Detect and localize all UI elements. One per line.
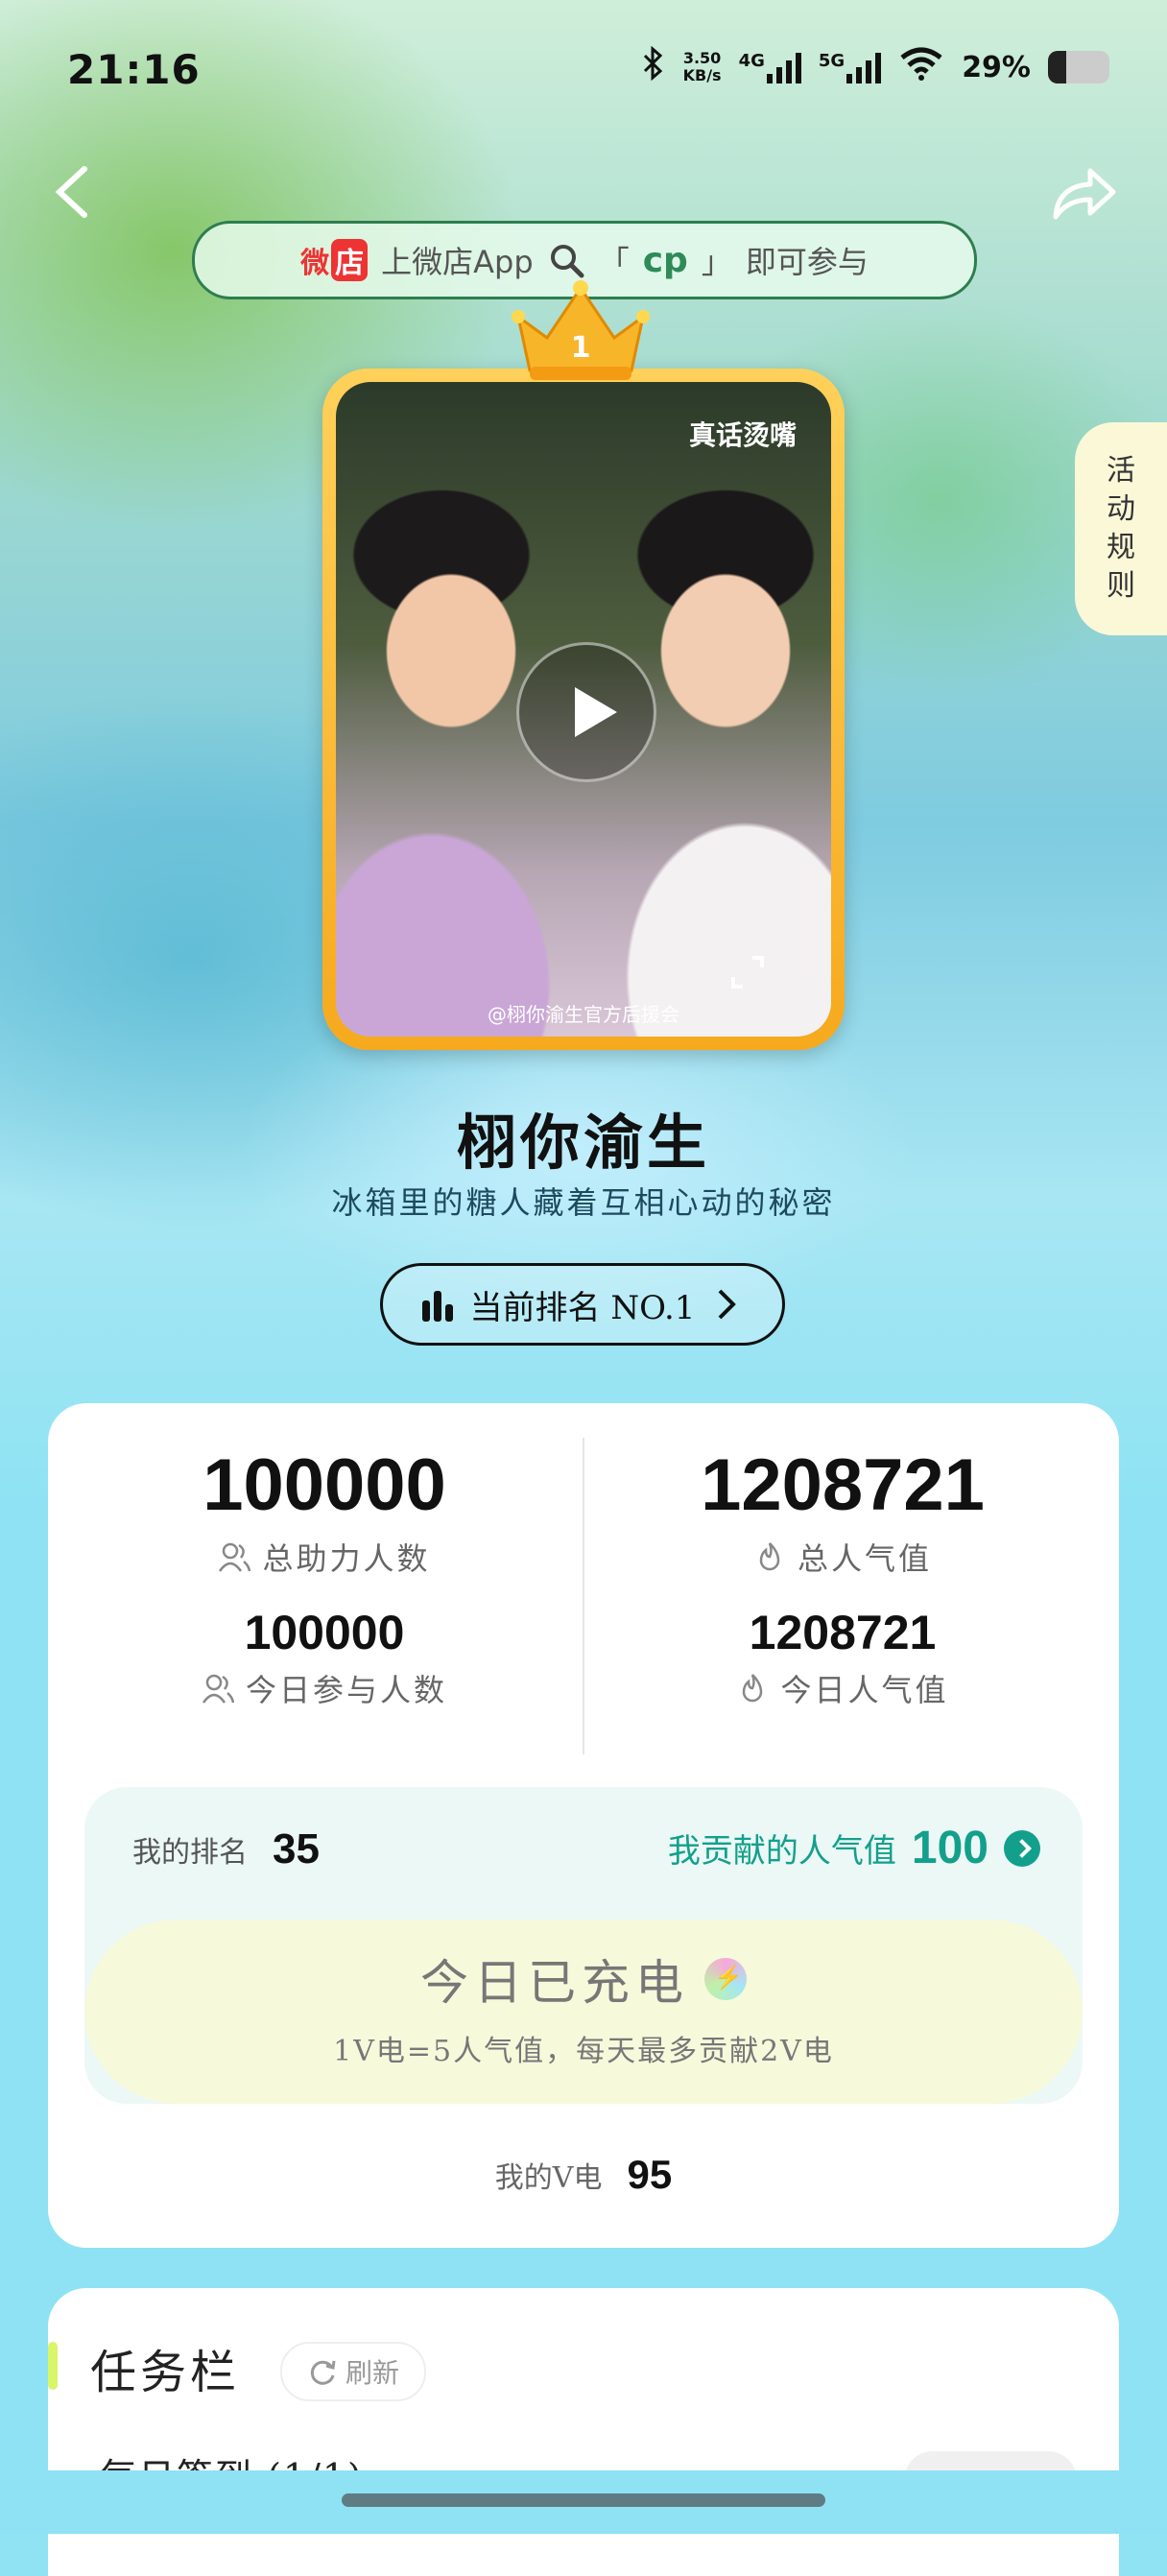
crown-icon: 1 (512, 280, 650, 380)
share-button[interactable] (1048, 161, 1119, 225)
activity-rules-tab[interactable]: 活 动 规 则 (1075, 422, 1167, 635)
stat-label-row: 总助力人数 (65, 1535, 584, 1579)
net-speed: 3.50 KB/s (683, 50, 722, 84)
battery-icon (1048, 51, 1109, 83)
net-4g-label: 4G (738, 51, 765, 71)
home-indicator[interactable] (342, 2493, 825, 2507)
fullscreen-icon[interactable] (731, 956, 764, 989)
signal-bars-icon (766, 51, 801, 83)
my-rank: 我的排名 35 (132, 1825, 320, 1873)
play-icon[interactable] (516, 642, 656, 782)
bluetooth-icon (641, 45, 666, 88)
rules-char: 规 (1107, 531, 1135, 564)
battery-percent: 29% (962, 50, 1031, 84)
net-5g-label: 5G (818, 51, 845, 71)
stat-label: 今日参与人数 (245, 1672, 447, 1708)
stat-value: 1208721 (701, 1444, 985, 1526)
stat-value: 100000 (244, 1606, 405, 1659)
flame-icon (743, 1674, 763, 1703)
rules-char: 动 (1107, 492, 1135, 526)
stat-label: 总助力人数 (262, 1540, 431, 1577)
page-subtitle: 冰箱里的糖人藏着互相心动的秘密 (331, 1184, 836, 1221)
banner-keyword-close: 」 (701, 244, 732, 280)
back-arrow-icon (55, 166, 87, 218)
stat-label-row: 今日人气值 (584, 1666, 1102, 1710)
current-rank-label: 当前排名 NO.1 (469, 1288, 696, 1327)
status-time: 21:16 (67, 46, 201, 93)
charge-status-box[interactable]: 今日已充电 1V电=5人气值，每天最多贡献2V电 (84, 1920, 1083, 2104)
stat-label: 总人气值 (797, 1540, 932, 1577)
rules-char: 活 (1107, 454, 1135, 488)
back-button[interactable] (50, 163, 92, 221)
net-speed-unit: KB/s (682, 66, 722, 84)
my-contribution-link[interactable]: 我贡献的人气值 100 (668, 1822, 1040, 1874)
flame-icon (759, 1542, 780, 1571)
charge-note: 1V电=5人气值，每天最多贡献2V电 (333, 2035, 834, 2068)
my-rank-value: 35 (273, 1825, 320, 1872)
video-player[interactable]: 真话烫嘴 @栩你渝生官方后援会 (336, 382, 831, 1037)
stat-label-row: 总人气值 (584, 1535, 1102, 1579)
bar-chart-icon (421, 1291, 453, 1322)
stat-value: 100000 (202, 1444, 446, 1526)
my-v-value: 95 (627, 2152, 673, 2197)
stat-today-popularity: 1208721 今日人气值 (584, 1605, 1102, 1710)
rules-char: 则 (1107, 569, 1135, 603)
net-speed-value: 3.50 (682, 49, 722, 67)
banner-text: 上微店App (381, 244, 534, 280)
refresh-label: 刷新 (345, 2357, 400, 2389)
signal-4g: 4G (739, 51, 801, 83)
video-tag: 真话烫嘴 (688, 419, 797, 451)
my-rank-label: 我的排名 (132, 1836, 248, 1870)
my-v-label: 我的V电 (494, 2161, 603, 2195)
my-contribution-panel: 我的排名 35 我贡献的人气值 100 今日已充电 1V电=5人气值，每天最多贡… (84, 1787, 1083, 2104)
video-frame: 真话烫嘴 @栩你渝生官方后援会 (322, 369, 845, 1050)
crown-rank: 1 (571, 331, 591, 365)
users-icon (202, 1674, 234, 1704)
signal-bars-icon (846, 51, 882, 83)
stat-total-popularity: 1208721 总人气值 (584, 1443, 1102, 1579)
wifi-icon (898, 46, 944, 88)
lightning-icon (704, 1958, 749, 2000)
users-icon (219, 1542, 251, 1572)
task-title: 任务栏 (90, 2346, 241, 2399)
share-icon (1053, 168, 1116, 220)
refresh-button[interactable]: 刷新 (280, 2342, 427, 2401)
my-v-power: 我的V电 95 (48, 2152, 1119, 2198)
stat-label: 今日人气值 (780, 1672, 949, 1708)
banner-keyword-open: 「 (598, 244, 630, 280)
task-accent (48, 2342, 58, 2390)
page-title: 栩你渝生 (456, 1108, 710, 1178)
charge-title-row: 今日已充电 (84, 1944, 1083, 2014)
status-icons: 3.50 KB/s 4G 5G 29% (641, 45, 1109, 88)
refresh-icon (310, 2360, 336, 2385)
current-rank-button[interactable]: 当前排名 NO.1 (380, 1263, 785, 1346)
search-icon (550, 245, 584, 278)
video-credit: @栩你渝生官方后援会 (488, 1003, 679, 1026)
stat-today-participants: 100000 今日参与人数 (65, 1605, 584, 1710)
my-contribution-label: 我贡献的人气值 (667, 1832, 896, 1871)
banner-suffix: 即可参与 (745, 244, 869, 280)
weidian-logo-text: 微 (300, 247, 330, 280)
charge-title: 今日已充电 (420, 1955, 689, 2011)
weidian-logo-box: 店 (331, 239, 369, 281)
banner-keyword: cp (642, 240, 688, 280)
stat-label-row: 今日参与人数 (65, 1666, 584, 1710)
stat-total-helpers: 100000 总助力人数 (65, 1443, 584, 1579)
weidian-logo: 微 店 (300, 239, 369, 281)
my-contribution-value: 100 (911, 1823, 988, 1873)
stat-value: 1208721 (749, 1606, 937, 1659)
chevron-right-icon (719, 1289, 737, 1320)
stats-card: 100000 总助力人数 1208721 总人气值 100000 今日参与人数 … (48, 1403, 1119, 2248)
status-bar: 21:16 3.50 KB/s 4G 5G 29% (0, 0, 1167, 144)
signal-5g: 5G (818, 51, 882, 83)
chevron-right-circle-icon (1004, 1829, 1040, 1867)
battery-fill (1048, 51, 1066, 83)
